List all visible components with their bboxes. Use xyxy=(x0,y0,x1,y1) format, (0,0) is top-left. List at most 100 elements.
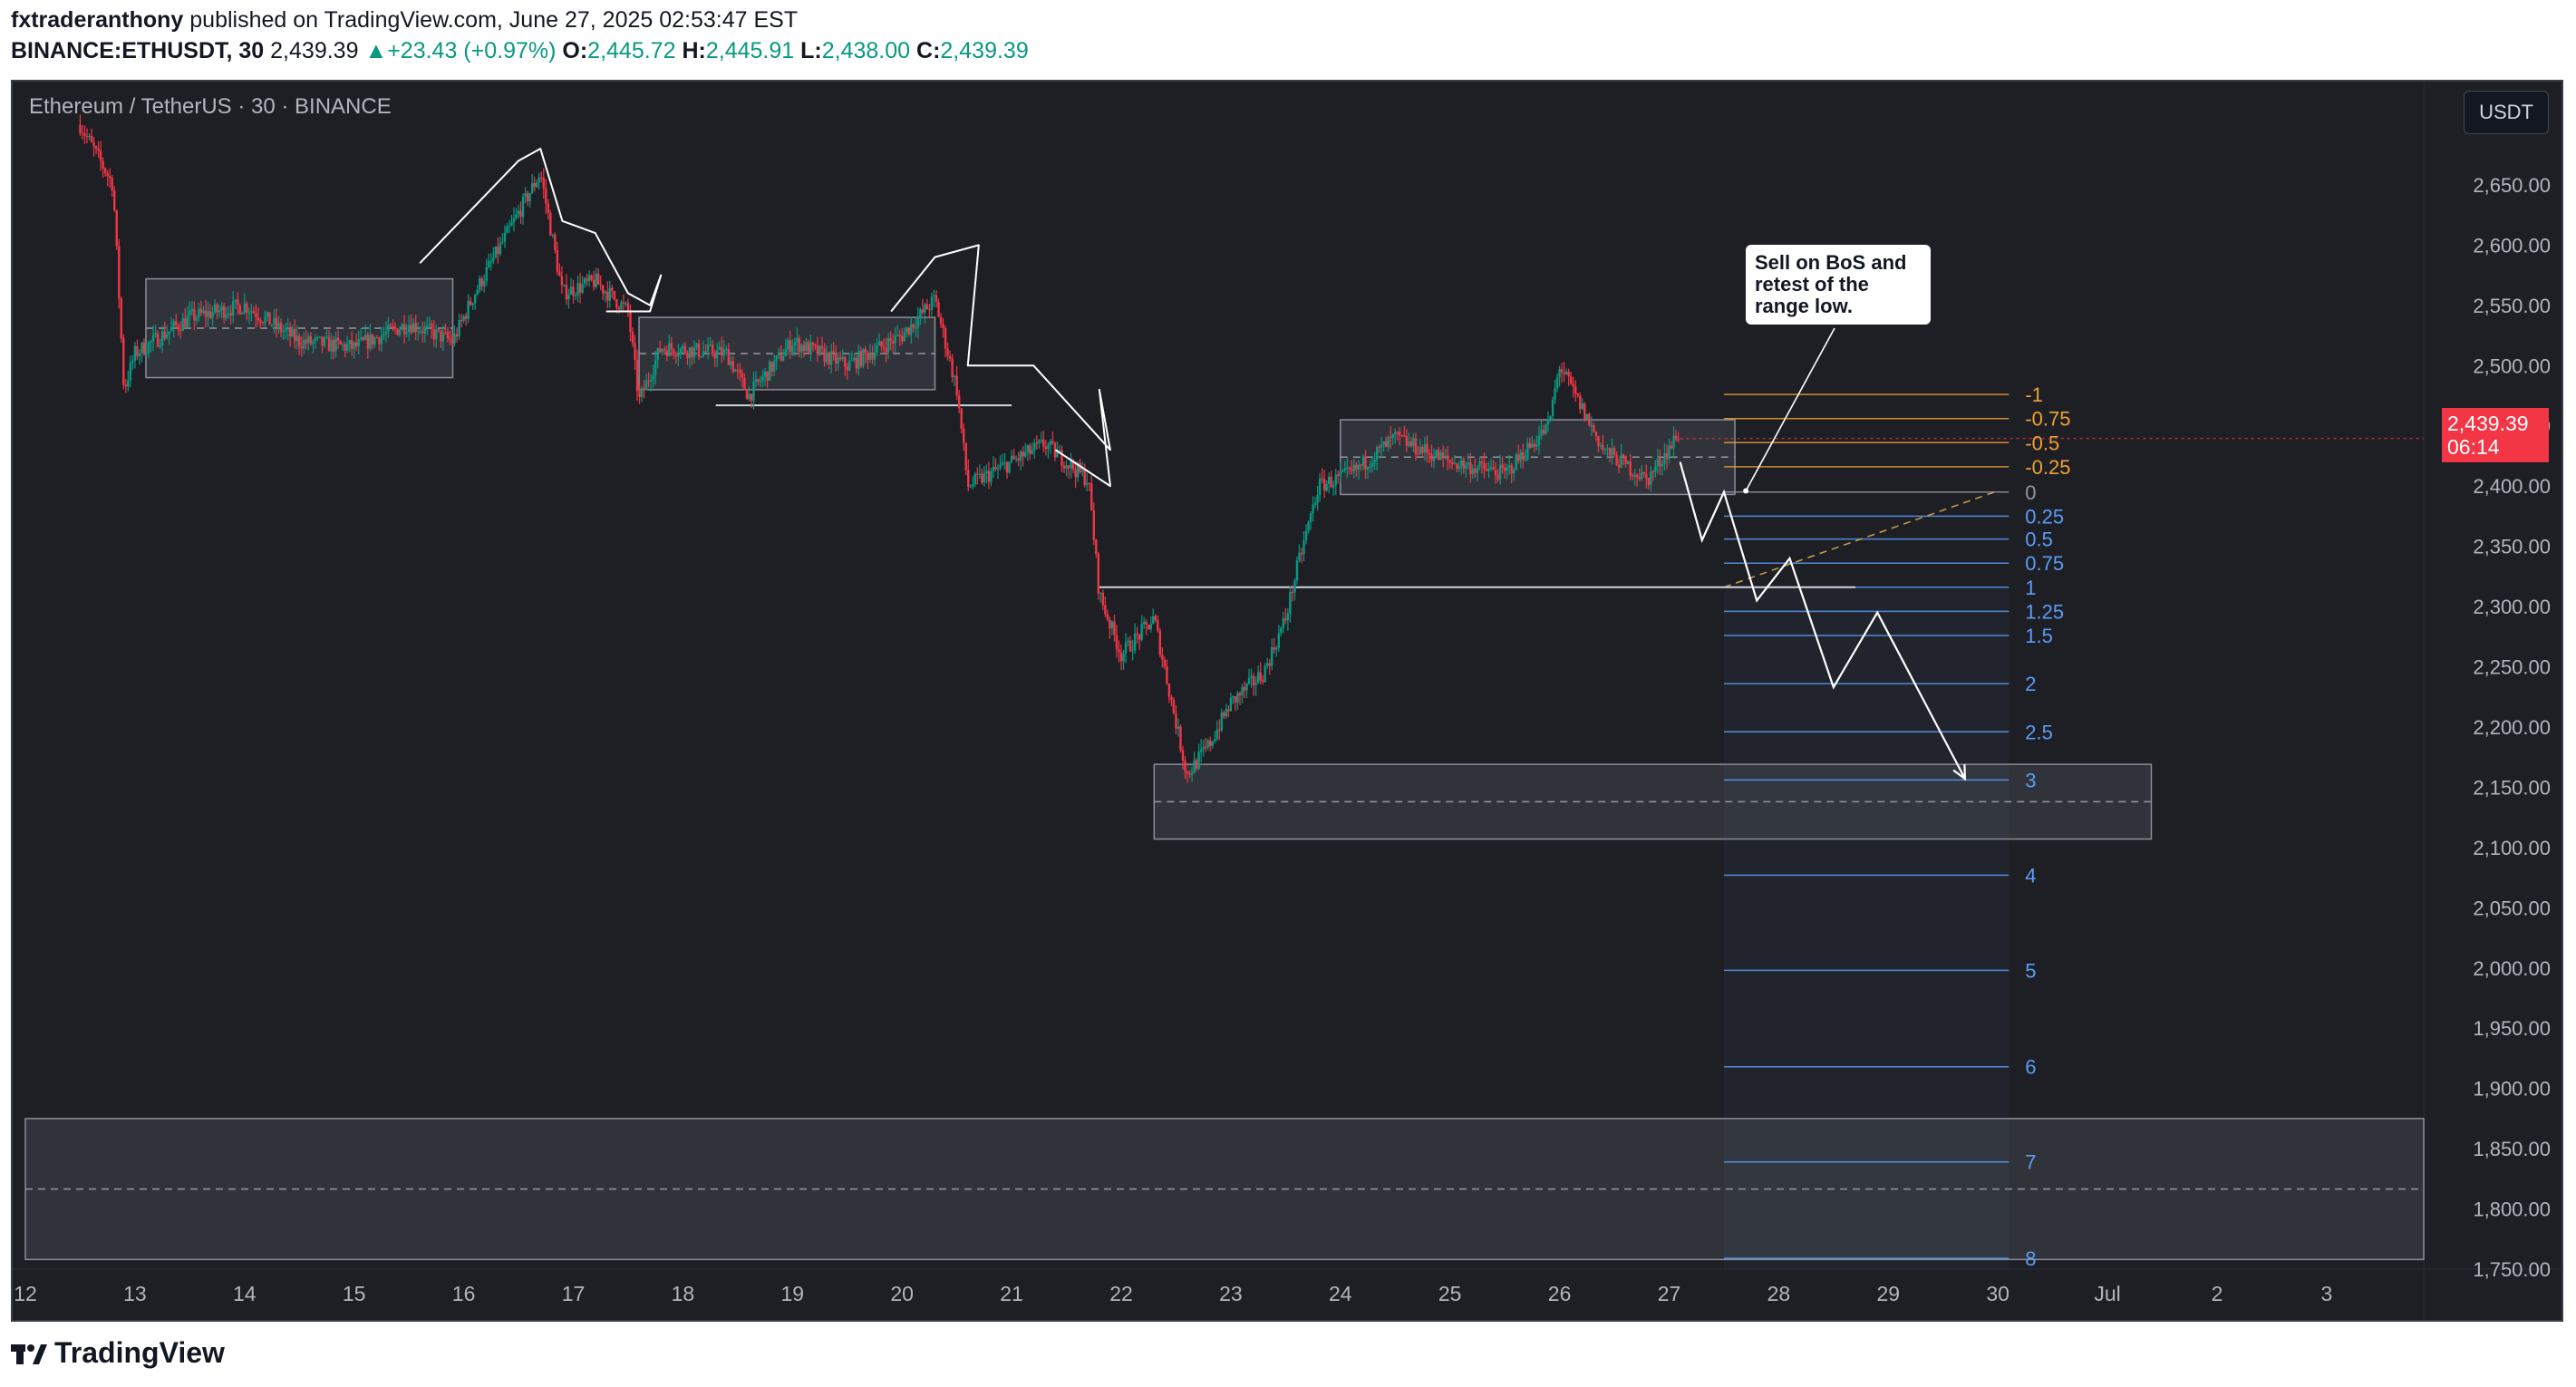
candle-body-371 xyxy=(925,304,929,310)
candle-body-92 xyxy=(288,327,292,337)
candle-body-342 xyxy=(859,351,863,366)
candle-body-696 xyxy=(1668,445,1671,460)
candle-body-288 xyxy=(736,369,740,371)
candle-body-350 xyxy=(877,341,881,346)
candle-body-610 xyxy=(1471,468,1475,475)
candle-body-334 xyxy=(841,356,844,360)
candle-body-549 xyxy=(1332,485,1335,488)
candle-body-316 xyxy=(800,344,803,353)
candle-body-179 xyxy=(488,261,490,267)
candle-body-151 xyxy=(423,326,426,334)
candle-body-346 xyxy=(868,354,872,361)
candle-body-387 xyxy=(963,428,965,443)
candle-body-191 xyxy=(515,214,518,218)
candle-body-169 xyxy=(464,315,468,319)
candle-body-289 xyxy=(739,370,741,373)
candle-body-56 xyxy=(207,311,209,317)
candle-body-615 xyxy=(1483,462,1486,470)
fib-label-14: 4 xyxy=(2025,864,2036,887)
candle-body-530 xyxy=(1289,591,1292,615)
candle-body-613 xyxy=(1478,461,1481,468)
candle-body-10 xyxy=(102,160,104,169)
candle-body-240 xyxy=(626,303,630,311)
candle-body-533 xyxy=(1295,560,1299,581)
candle-body-423 xyxy=(1044,446,1048,450)
candle-body-557 xyxy=(1351,469,1353,471)
candle-body-47 xyxy=(186,315,189,327)
candle-body-131 xyxy=(378,337,381,344)
candle-body-675 xyxy=(1620,454,1622,468)
candle-body-332 xyxy=(837,357,839,364)
candle-body-24 xyxy=(133,345,137,361)
candle-body-261 xyxy=(674,354,678,357)
candle-body-192 xyxy=(517,210,520,215)
candle-body-488 xyxy=(1193,760,1196,773)
candle-body-301 xyxy=(766,371,769,381)
candle-body-504 xyxy=(1229,697,1233,712)
chart-pane[interactable]: -1 -0.75 -0.5 -0.25 0 0.25 0.5 0.75 1 1.25 1.5 2 2.5… xyxy=(11,80,2563,1322)
candle-body-481 xyxy=(1177,726,1180,729)
candle-body-415 xyxy=(1026,445,1029,452)
x-tick-label-18: 30 xyxy=(1986,1282,2009,1305)
candle-body-20 xyxy=(124,384,128,387)
candle-body-205 xyxy=(547,203,549,213)
candle-body-665 xyxy=(1597,435,1600,447)
candle-body-249 xyxy=(647,380,650,382)
candle-body-243 xyxy=(634,343,636,360)
tradingview-logo[interactable]: TradingView xyxy=(11,1336,225,1370)
candle-body-30 xyxy=(147,342,150,354)
candle-body-105 xyxy=(318,336,322,338)
candle-body-152 xyxy=(426,325,429,327)
candle-body-519 xyxy=(1264,665,1266,683)
candle-body-211 xyxy=(560,276,564,286)
candle-body-227 xyxy=(597,273,600,285)
x-tick-label-7: 19 xyxy=(781,1282,805,1305)
candle-body-563 xyxy=(1364,456,1367,470)
candle-body-471 xyxy=(1154,616,1157,621)
candle-body-93 xyxy=(291,328,294,337)
candle-body-495 xyxy=(1209,740,1212,746)
candle-body-637 xyxy=(1533,443,1536,447)
x-tick-label-4: 16 xyxy=(452,1282,476,1305)
candle-body-407 xyxy=(1008,461,1011,473)
candle-body-595 xyxy=(1437,450,1440,461)
candle-body-359 xyxy=(898,335,901,336)
candle-body-33 xyxy=(154,333,157,335)
tradingview-brand: TradingView xyxy=(54,1336,225,1369)
candle-body-148 xyxy=(417,331,420,333)
candle-body-393 xyxy=(976,473,979,475)
candle-body-122 xyxy=(357,339,360,347)
candle-body-566 xyxy=(1370,463,1374,468)
candle-body-641 xyxy=(1542,430,1545,434)
candle-body-684 xyxy=(1641,471,1643,480)
candle-body-22 xyxy=(129,362,132,381)
candle-body-523 xyxy=(1273,646,1275,650)
candle-body-624 xyxy=(1503,468,1506,471)
candle-body-421 xyxy=(1040,439,1043,441)
candle-body-529 xyxy=(1286,614,1290,621)
chart-canvas[interactable]: -1-0.75-0.5-0.2500.250.50.7511.251.5 2 2.5… xyxy=(13,82,2563,1322)
author-name[interactable]: fxtraderanthony xyxy=(11,7,183,33)
candle-body-318 xyxy=(805,341,808,352)
high-label: H: xyxy=(682,38,706,63)
candle-body-71 xyxy=(241,312,244,315)
candle-body-203 xyxy=(542,178,545,189)
candle-body-6 xyxy=(92,141,95,147)
candle-body-580 xyxy=(1403,435,1406,437)
candle-body-28 xyxy=(142,342,146,355)
candle-body-253 xyxy=(656,348,659,361)
candle-body-167 xyxy=(460,320,463,322)
candle-body-213 xyxy=(565,285,568,300)
candle-body-267 xyxy=(688,347,692,359)
currency-button[interactable]: USDT xyxy=(2464,91,2549,134)
candle-body-108 xyxy=(325,336,328,338)
candle-body-281 xyxy=(721,346,723,356)
candle-body-266 xyxy=(686,353,689,359)
candle-body-621 xyxy=(1496,475,1499,480)
candle-body-101 xyxy=(309,335,313,344)
candle-body-666 xyxy=(1599,445,1603,447)
candle-body-325 xyxy=(820,345,824,349)
candle-body-73 xyxy=(246,303,248,314)
candle-body-404 xyxy=(1001,462,1004,466)
candle-body-556 xyxy=(1348,467,1351,470)
